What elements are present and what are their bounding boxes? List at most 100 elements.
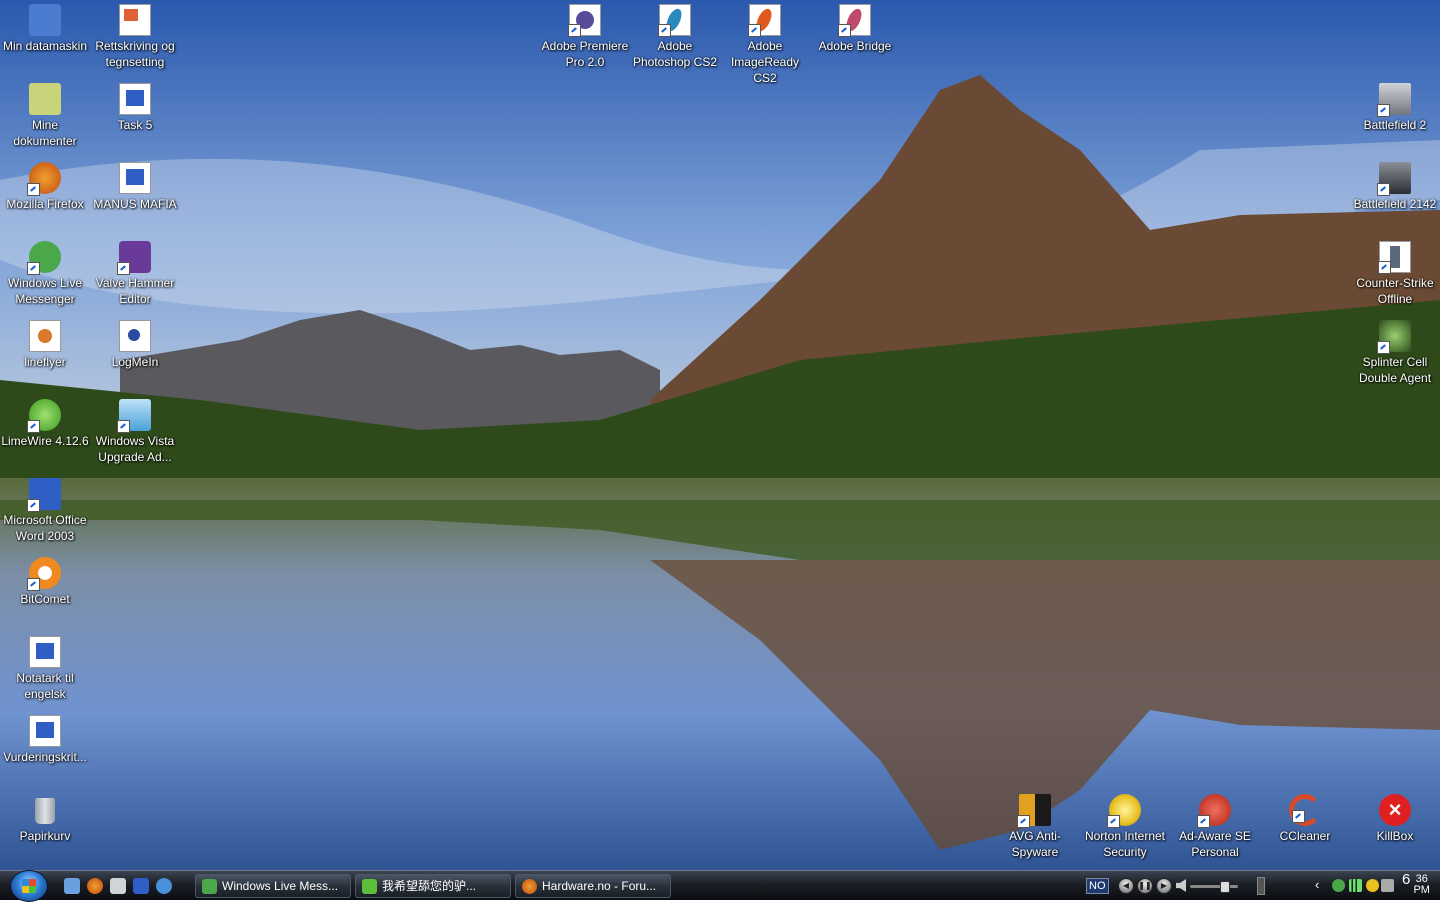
desktop-icon-adobe-premiere[interactable]: Adobe Premiere Pro 2.0: [540, 2, 630, 70]
desktop-icon-bitcomet[interactable]: BitComet: [0, 555, 90, 607]
desktop-icon-splinter-cell[interactable]: Splinter Cell Double Agent: [1350, 318, 1440, 386]
media-player-grip-icon[interactable]: [1257, 877, 1265, 895]
limewire-icon: [27, 399, 61, 433]
media-pause-icon[interactable]: ❚❚: [1137, 878, 1153, 894]
desktop-icon-logmein[interactable]: LogMeIn: [90, 318, 180, 370]
word-icon: [27, 478, 61, 512]
desktop-icon-ccleaner[interactable]: CCleaner: [1260, 792, 1350, 844]
taskbar-button-messenger[interactable]: Windows Live Mess...: [195, 874, 351, 898]
media-next-icon[interactable]: ▶: [1156, 878, 1172, 894]
desktop-icon-label: MANUS MAFIA: [93, 197, 177, 211]
desktop-icon-valve-hammer-editor[interactable]: Valve Hammer Editor: [90, 239, 180, 307]
taskbar-button-chat[interactable]: 我希望舔您的驴...: [355, 874, 511, 898]
desktop-icon-label: LimeWire 4.12.6: [1, 434, 89, 448]
clock-hour: 6: [1402, 871, 1411, 888]
desktop-icon-windows-live-messenger[interactable]: Windows Live Messenger: [0, 239, 90, 307]
volume-slider-knob[interactable]: [1219, 881, 1230, 893]
shortcut-arrow-icon: [117, 262, 130, 275]
hammer-editor-icon: [117, 241, 151, 275]
volume-slider[interactable]: [1190, 881, 1238, 893]
desktop-icon-label: Notatark til engelsk: [16, 671, 74, 701]
shortcut-arrow-icon: [1377, 341, 1390, 354]
photoshop-feather-icon: [658, 4, 691, 37]
desktop-icon-label: lineflyer: [24, 355, 66, 369]
desktop-icon-battlefield-2142[interactable]: Battlefield 2142: [1350, 160, 1440, 212]
word-document-icon: [29, 715, 61, 747]
desktop-icon-killbox[interactable]: × KillBox: [1350, 792, 1440, 844]
desktop-icon-label: Battlefield 2: [1363, 118, 1427, 132]
start-button[interactable]: [10, 870, 48, 902]
shortcut-arrow-icon: [1377, 183, 1390, 196]
mail-icon[interactable]: [110, 878, 126, 894]
shortcut-arrow-icon: [27, 420, 40, 433]
desktop-icon-word-2003[interactable]: Microsoft Office Word 2003: [0, 476, 90, 544]
taskbar-button-firefox[interactable]: Hardware.no - Foru...: [515, 874, 671, 898]
vista-upgrade-icon: [117, 399, 151, 433]
shortcut-arrow-icon: [568, 24, 581, 37]
word-quicklaunch-icon[interactable]: [133, 878, 149, 894]
firefox-icon: [27, 162, 61, 196]
shortcut-arrow-icon: [27, 499, 40, 512]
desktop-icon-my-documents[interactable]: Mine dokumenter: [0, 81, 90, 149]
shortcut-arrow-icon: [748, 24, 761, 37]
firefox-icon: [522, 879, 537, 894]
shortcut-arrow-icon: [27, 262, 40, 275]
desktop-icon-recycle-bin[interactable]: Papirkurv: [0, 792, 90, 844]
shortcut-arrow-icon: [1017, 815, 1030, 828]
bridge-feather-icon: [838, 4, 871, 37]
norton-globe-icon: [1107, 794, 1141, 828]
html-document-icon: [29, 320, 61, 352]
word-document-icon: [29, 636, 61, 668]
desktop-icon-label: Norton Internet Security: [1084, 829, 1166, 859]
powerpoint-document-icon: [119, 4, 151, 36]
word-document-icon: [119, 83, 151, 115]
desktop-icon-rettskriving[interactable]: Rettskriving og tegnsetting: [90, 2, 180, 70]
show-desktop-icon[interactable]: [64, 878, 80, 894]
desktop-icon-battlefield-2[interactable]: Battlefield 2: [1350, 81, 1440, 133]
language-indicator[interactable]: NO: [1086, 878, 1109, 894]
desktop-icon-my-computer[interactable]: Min datamaskin: [0, 2, 90, 54]
documents-folder-icon: [29, 83, 61, 115]
shortcut-arrow-icon: [1377, 104, 1390, 117]
desktop-icon-counter-strike[interactable]: Counter-Strike Offline: [1350, 239, 1440, 307]
speaker-icon[interactable]: [1176, 879, 1186, 892]
desktop-icon-limewire[interactable]: LimeWire 4.12.6: [0, 397, 90, 449]
media-player-quicklaunch-icon[interactable]: [156, 878, 172, 894]
battlefield-2142-icon: [1377, 162, 1411, 196]
ccleaner-icon: [1289, 794, 1321, 826]
desktop-icon-adobe-photoshop[interactable]: Adobe Photoshop CS2: [630, 2, 720, 70]
desktop-icon-lineflyer[interactable]: lineflyer: [0, 318, 90, 370]
firefox-quicklaunch-icon[interactable]: [87, 878, 103, 894]
imageready-feather-icon: [748, 4, 781, 37]
desktop-icon-manus-mafia[interactable]: MANUS MAFIA: [90, 160, 180, 212]
battlefield-2-icon: [1377, 83, 1411, 117]
desktop-icon-avg-anti-spyware[interactable]: AVG Anti-Spyware: [990, 792, 1080, 860]
windows-logo-icon: [22, 879, 36, 893]
desktop-icon-task-5[interactable]: Task 5: [90, 81, 180, 133]
desktop-icon-label: Mozilla Firefox: [6, 197, 84, 211]
desktop-icon-label: Adobe ImageReady CS2: [730, 39, 800, 85]
messenger-tray-icon[interactable]: [1332, 879, 1345, 892]
desktop-icon-vurderingskrit[interactable]: Vurderingskrit...: [0, 713, 90, 765]
desktop-icon-norton-internet-security[interactable]: Norton Internet Security: [1080, 792, 1170, 860]
desktop-icon-adobe-imageready[interactable]: Adobe ImageReady CS2: [720, 2, 810, 86]
messenger-buddy-icon: [362, 879, 377, 894]
taskbar: Windows Live Mess... 我希望舔您的驴... Hardware…: [0, 870, 1440, 902]
desktop[interactable]: Min datamaskin Mine dokumenter Mozilla F…: [0, 0, 1440, 870]
desktop-icon-mozilla-firefox[interactable]: Mozilla Firefox: [0, 160, 90, 212]
wallpaper-mountain-lake: [0, 0, 1440, 870]
media-previous-icon[interactable]: ◀: [1118, 878, 1134, 894]
desktop-icon-label: BitComet: [20, 592, 70, 606]
show-hidden-icons-chevron-icon[interactable]: ‹: [1315, 877, 1319, 892]
desktop-icon-adobe-bridge[interactable]: Adobe Bridge: [810, 2, 900, 54]
desktop-icon-ad-aware[interactable]: Ad-Aware SE Personal: [1170, 792, 1260, 860]
desktop-icon-vista-upgrade-advisor[interactable]: Windows Vista Upgrade Ad...: [90, 397, 180, 465]
speaker-tray-icon[interactable]: [1381, 879, 1394, 892]
desktop-icon-notatark[interactable]: Notatark til engelsk: [0, 634, 90, 702]
network-signal-icon[interactable]: [1349, 879, 1362, 892]
system-clock[interactable]: 6 36 PM: [1396, 871, 1436, 896]
norton-tray-icon[interactable]: [1366, 879, 1379, 892]
desktop-icon-label: Adobe Bridge: [818, 39, 892, 53]
shortcut-arrow-icon: [27, 578, 40, 591]
desktop-icon-label: Min datamaskin: [2, 39, 88, 53]
